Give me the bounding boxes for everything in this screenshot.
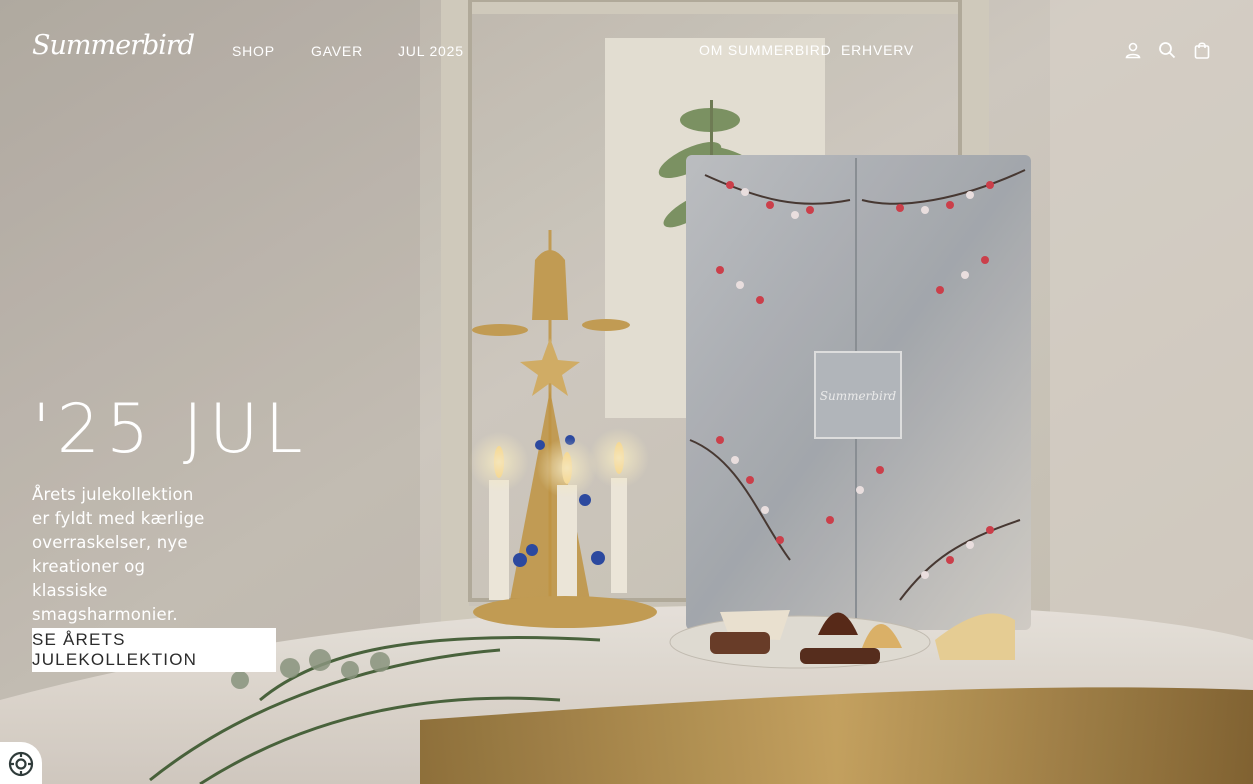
nav-item-erhverv[interactable]: ERHVERV bbox=[841, 42, 914, 58]
site-header: Summerbird SHOP GAVER JUL 2025 OM SUMMER… bbox=[0, 0, 1253, 100]
site-logo[interactable]: Summerbird bbox=[32, 30, 195, 61]
nav-item-gaver[interactable]: GAVER bbox=[311, 43, 363, 59]
search-icon[interactable] bbox=[1158, 41, 1176, 59]
hero-subtitle: Årets julekollektion er fyldt med kærlig… bbox=[32, 485, 205, 624]
nav-item-om-summerbird[interactable]: OM SUMMERBIRD bbox=[699, 42, 832, 58]
nav-item-shop[interactable]: SHOP bbox=[232, 43, 275, 59]
nav-item-jul-2025[interactable]: JUL 2025 bbox=[398, 43, 464, 59]
cookie-settings-button[interactable] bbox=[0, 742, 42, 784]
see-christmas-collection-button[interactable]: SE ÅRETS JULEKOLLEKTION bbox=[32, 628, 276, 672]
bag-icon[interactable] bbox=[1193, 41, 1211, 59]
cookie-icon bbox=[8, 751, 34, 777]
account-icon[interactable] bbox=[1124, 41, 1142, 59]
hero-title: '25 JUL bbox=[32, 390, 309, 469]
